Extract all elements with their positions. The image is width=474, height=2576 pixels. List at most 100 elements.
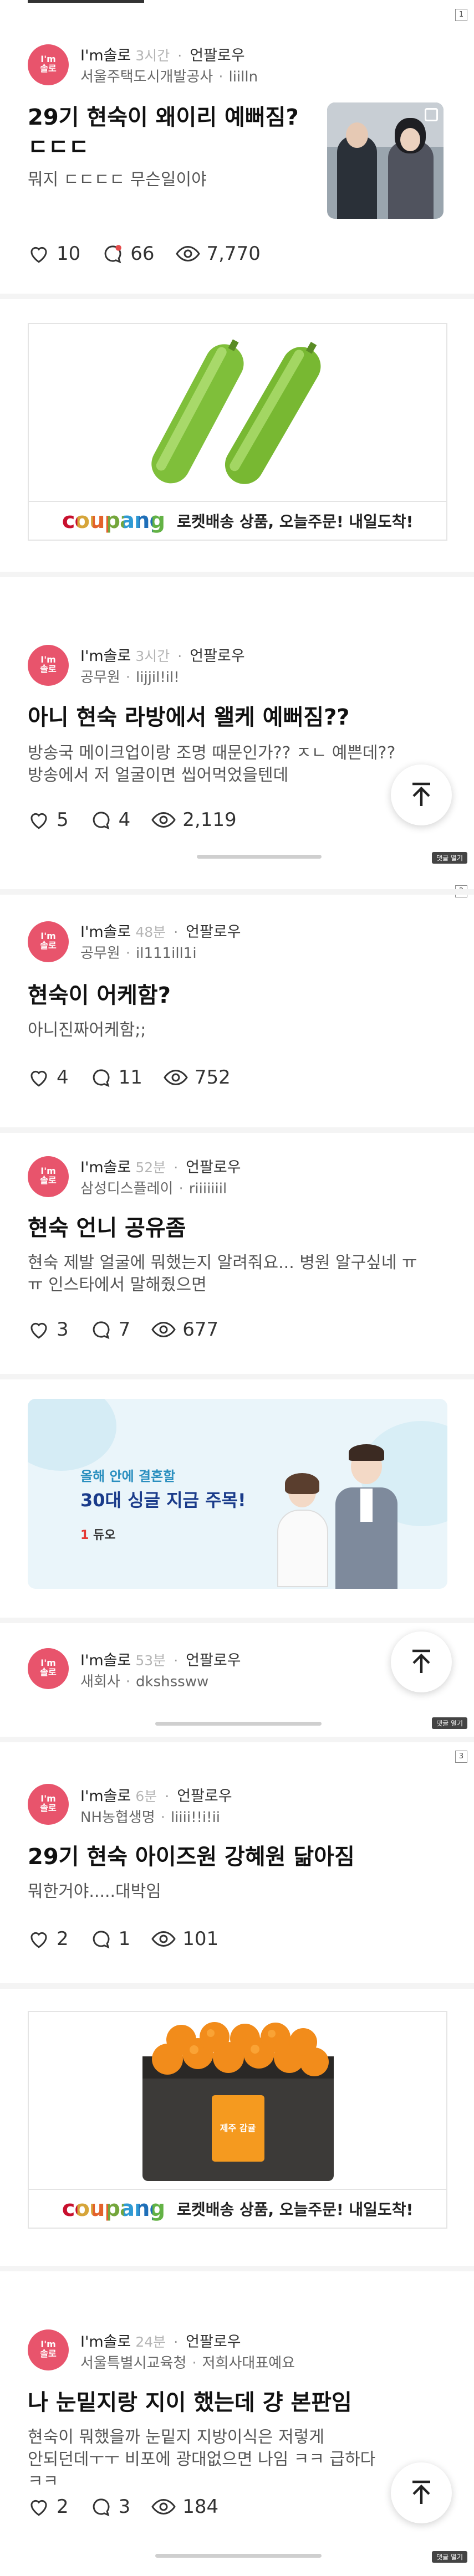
unfollow-button[interactable]: 언팔로우 [190, 648, 244, 665]
post-company: 공무원 · lijjil!il! [80, 669, 180, 686]
post-meta: I'm솔로 24분 · 언팔로우 [80, 2333, 241, 2351]
eye-icon [151, 1931, 176, 1947]
post-card[interactable]: I'm 솔로 I'm솔로 24분 · 언팔로우 서울특별시교육청 · 저희사대표예요 나 눈… [0, 2271, 474, 2576]
divider [0, 1374, 474, 1379]
view-count: 2,119 [151, 809, 237, 831]
ad-headline-1: 올해 안에 결혼할 [80, 1469, 176, 1484]
avatar: I'm 솔로 [28, 44, 69, 85]
avatar: I'm 솔로 [28, 1648, 69, 1689]
eye-icon [175, 245, 200, 262]
post-body: 현숙이 뭐했을까 눈밑지 지방이식은 저렇게 안되던데ㅜㅜ 비포에 광대없으면 … [28, 2428, 376, 2491]
post-title: 현숙 언니 공유좀 [28, 1215, 186, 1241]
ad-caption: coupang 로켓배송 상품, 오늘주문! 내일도착! [29, 2189, 446, 2228]
post-card[interactable]: I'm 솔로 I'm솔로 3시간 · 언팔로우 서울주택도시개발공사 · liilln 29… [0, 0, 474, 288]
comment-icon [93, 2498, 110, 2517]
post-title: 29기 현숙이 왜이리 예뻐짐? ㄷㄷㄷ [28, 105, 299, 160]
scroll-top-button[interactable] [391, 2462, 452, 2523]
heart-icon [30, 1932, 47, 1948]
post-company: 서울특별시교육청 · 저희사대표예요 [80, 2355, 295, 2372]
post-card[interactable]: I'm 솔로 I'm솔로 3시간 · 언팔로우 공무원 · lijjil!il! 아니 현숙… [0, 576, 474, 886]
scrollbar[interactable] [197, 855, 322, 859]
ad-text: 로켓배송 상품, 오늘주문! 내일도착! [177, 512, 414, 531]
post-stats: 3 7 677 [28, 1318, 239, 1341]
view-count: 184 [151, 2496, 218, 2518]
eye-icon [151, 2498, 176, 2515]
view-count: 101 [151, 1928, 218, 1950]
comment-icon [93, 1321, 110, 1340]
avatar: I'm 솔로 [28, 921, 69, 962]
ad-product-image [129, 331, 348, 497]
ad-product-image: 제주 감귤 [129, 2018, 348, 2187]
bride-illustration [272, 1473, 333, 1587]
comment-icon [93, 1069, 110, 1087]
heart-icon [30, 1322, 47, 1339]
avatar: I'm 솔로 [28, 645, 69, 686]
like-button[interactable]: 2 [28, 2496, 69, 2518]
post-stats: 5 4 2,119 [28, 809, 258, 831]
ad-caption: coupang 로켓배송 상품, 오늘주문! 내일도착! [29, 501, 446, 540]
coupang-ad[interactable]: 제주 감귤 coupang 로켓배송 상품, 오늘주문! 내일도착! [28, 2011, 447, 2229]
post-meta: I'm솔로 3시간 · 언팔로우 [80, 47, 245, 64]
comment-button[interactable]: 4 [90, 809, 130, 831]
view-count: 677 [151, 1318, 218, 1341]
post-meta: I'm솔로 3시간 · 언팔로우 [80, 648, 245, 665]
arrow-up-icon [412, 1649, 430, 1673]
like-button[interactable]: 3 [28, 1318, 69, 1341]
post-title: 아니 현숙 라방에서 왤케 예뻐짐?? [28, 705, 350, 730]
open-comments-button[interactable]: 댓글 열기 [432, 852, 467, 864]
post-card[interactable]: I'm 솔로 I'm솔로 48분 · 언팔로우 공무원 · il111ill1i 현숙이 어… [0, 895, 474, 1141]
groom-illustration [330, 1444, 402, 1589]
unfollow-button[interactable]: 언팔로우 [177, 1788, 232, 1805]
post-meta: I'm솔로 48분 · 언팔로우 [80, 923, 241, 941]
comment-button[interactable]: 66 [101, 243, 155, 265]
like-button[interactable]: 4 [28, 1066, 69, 1089]
comment-button[interactable]: 7 [90, 1318, 130, 1341]
open-comments-button[interactable]: 댓글 열기 [432, 1717, 467, 1729]
post-thumbnail[interactable] [327, 102, 444, 219]
divider [0, 2266, 474, 2271]
avatar: I'm 솔로 [28, 2329, 69, 2370]
post-body: 방송국 메이크업이랑 조명 때문인가?? ㅈㄴ 예쁜데?? 방송에서 저 얼굴이… [28, 743, 396, 785]
view-count: 7,770 [175, 243, 261, 265]
arrow-up-icon [412, 782, 430, 806]
like-button[interactable]: 2 [28, 1928, 69, 1950]
duo-logo: 1 듀오 [80, 1528, 116, 1542]
post-card[interactable]: I'm 솔로 I'm솔로 6분 · 언팔로우 NH농협생명 · liiii!!i!ii 29… [0, 1742, 474, 1989]
scroll-top-button[interactable] [391, 1631, 452, 1692]
post-stats: 2 1 101 [28, 1928, 239, 1950]
divider [0, 889, 474, 895]
comment-button[interactable]: 1 [90, 1928, 130, 1950]
post-title: 29기 현숙 아이즈원 강혜원 닮아짐 [28, 1844, 355, 1870]
post-body: 뭐지 ㄷㄷㄷㄷ 무슨일이야 [28, 170, 207, 189]
like-button[interactable]: 10 [28, 243, 80, 265]
eye-icon [151, 1321, 176, 1338]
comment-icon [93, 812, 110, 830]
avatar: I'm 솔로 [28, 1156, 69, 1197]
unfollow-button[interactable]: 언팔로우 [186, 1652, 241, 1669]
unfollow-button[interactable]: 언팔로우 [190, 47, 244, 64]
post-company: 삼성디스플레이 · riiiiiiil [80, 1181, 227, 1197]
open-comments-button[interactable]: 댓글 열기 [432, 2551, 467, 2563]
avatar: I'm 솔로 [28, 1784, 69, 1825]
post-company: NH농협생명 · liiii!!i!ii [80, 1809, 221, 1826]
comment-button[interactable]: 3 [90, 2496, 130, 2518]
comment-hot-icon [104, 245, 122, 264]
unfollow-button[interactable]: 언팔로우 [186, 2333, 241, 2351]
multi-image-icon [425, 108, 438, 121]
unfollow-button[interactable]: 언팔로우 [186, 923, 241, 941]
comment-icon [93, 1931, 110, 1949]
coupang-ad[interactable]: coupang 로켓배송 상품, 오늘주문! 내일도착! [28, 323, 447, 541]
ad-headline-2: 30대 싱글 지금 주목! [80, 1490, 246, 1511]
scrollbar[interactable] [155, 1722, 322, 1726]
unfollow-button[interactable]: 언팔로우 [186, 1159, 241, 1176]
eye-icon [151, 812, 176, 828]
comment-button[interactable]: 11 [90, 1066, 142, 1089]
duo-ad-banner[interactable]: 올해 안에 결혼할 30대 싱글 지금 주목! 1 듀오 [28, 1399, 447, 1589]
like-button[interactable]: 5 [28, 809, 69, 831]
scrollbar[interactable] [155, 2554, 322, 2558]
scroll-top-button[interactable] [391, 764, 452, 825]
post-company: 서울주택도시개발공사 · liilln [80, 69, 258, 85]
post-body: 현숙 제발 얼굴에 뭐했는지 알려줘요... 병원 알구싶네 ㅠ ㅠ 인스타에서… [28, 1253, 417, 1295]
heart-icon [30, 1070, 47, 1087]
post-card[interactable]: I'm 솔로 I'm솔로 52분 · 언팔로우 삼성디스플레이 · riiiiiiil 현숙… [0, 1133, 474, 1379]
